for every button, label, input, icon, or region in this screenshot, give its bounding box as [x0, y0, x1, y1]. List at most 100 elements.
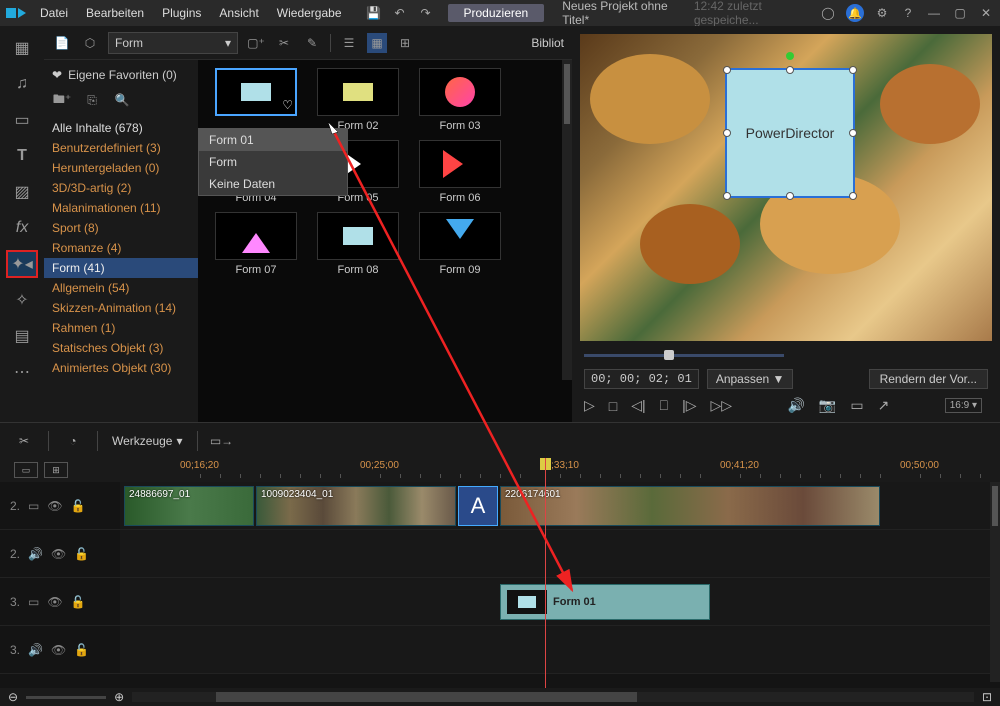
razor-icon[interactable]: ✂: [14, 431, 34, 451]
fit-timeline-icon[interactable]: ⊡: [982, 690, 992, 704]
redo-icon[interactable]: ↷: [418, 5, 434, 21]
category-item-12[interactable]: Animiertes Objekt (30): [44, 358, 198, 378]
category-item-10[interactable]: Rahmen (1): [44, 318, 198, 338]
more-tab-icon[interactable]: ⋯: [6, 358, 38, 386]
import-icon[interactable]: 📄: [52, 33, 72, 53]
maximize-icon[interactable]: ▢: [952, 5, 968, 21]
menu-file[interactable]: Datei: [32, 4, 76, 22]
play-icon[interactable]: ▷: [584, 397, 595, 414]
preview-window[interactable]: PowerDirector: [580, 34, 992, 341]
shape-thumb-1[interactable]: ♡: [206, 68, 306, 132]
playhead-line[interactable]: [545, 458, 546, 688]
lock-icon[interactable]: 🔓: [71, 499, 86, 513]
new-icon[interactable]: ▢⁺: [246, 33, 266, 53]
grid-view-icon[interactable]: ▦: [367, 33, 387, 53]
scissors-icon[interactable]: ✂: [274, 33, 294, 53]
shape-thumb-9[interactable]: Form 09: [410, 212, 510, 276]
save-icon[interactable]: 💾: [366, 5, 382, 21]
timecode-display[interactable]: 00; 00; 02; 01: [584, 369, 699, 389]
thumbs-scrollbar[interactable]: [562, 60, 572, 380]
shape-thumb-7[interactable]: Form 07: [206, 212, 306, 276]
media-tab-icon[interactable]: ▦: [6, 34, 38, 62]
fx-tab-icon[interactable]: fx: [6, 214, 38, 242]
ctx-form[interactable]: Form: [199, 151, 347, 173]
visibility-icon[interactable]: 👁: [51, 547, 66, 561]
visibility-icon[interactable]: 👁: [47, 499, 62, 513]
shape-thumb-6[interactable]: Form 06: [410, 140, 510, 204]
keyframe-icon[interactable]: ▭→: [212, 431, 232, 451]
shape-thumb-3[interactable]: Form 03: [410, 68, 510, 132]
minimize-icon[interactable]: —: [926, 5, 942, 21]
snapshot-icon[interactable]: 📷: [819, 397, 836, 414]
goto-icon[interactable]: ⎕: [660, 397, 668, 414]
menu-edit[interactable]: Bearbeiten: [78, 4, 152, 22]
category-item-1[interactable]: Benutzerdefiniert (3): [44, 138, 198, 158]
category-item-3[interactable]: 3D/3D-artig (2): [44, 178, 198, 198]
category-item-7[interactable]: Form (41): [44, 258, 198, 278]
transition-tab-icon[interactable]: ▨: [6, 178, 38, 206]
category-dropdown[interactable]: Form▾: [108, 32, 238, 54]
account-icon[interactable]: ◯: [820, 5, 836, 21]
preview-seek-slider[interactable]: [576, 345, 996, 365]
menu-playback[interactable]: Wiedergabe: [269, 4, 350, 22]
fit-dropdown[interactable]: Anpassen ▼: [707, 369, 794, 389]
tag-icon[interactable]: ⎘: [82, 90, 102, 110]
close-icon[interactable]: ✕: [978, 5, 994, 21]
particle-tab-icon[interactable]: ✧: [6, 286, 38, 314]
next-frame-icon[interactable]: |▷: [682, 397, 696, 414]
video-clip-3[interactable]: 2206174601: [500, 486, 880, 526]
aspect-ratio-dropdown[interactable]: 16:9 ▾: [945, 398, 982, 413]
category-item-2[interactable]: Heruntergeladen (0): [44, 158, 198, 178]
marker-icon[interactable]: ◔: [63, 431, 83, 451]
fast-forward-icon[interactable]: ▷▷: [710, 397, 732, 414]
settings-icon[interactable]: ⚙: [874, 5, 890, 21]
shape-thumb-8[interactable]: Form 08: [308, 212, 408, 276]
subtitles-tab-icon[interactable]: ▤: [6, 322, 38, 350]
tools-dropdown[interactable]: Werkzeuge ▾: [112, 434, 183, 448]
pip-shape-overlay[interactable]: PowerDirector: [725, 68, 855, 198]
category-item-8[interactable]: Allgemein (54): [44, 278, 198, 298]
visibility-icon[interactable]: 👁: [51, 643, 66, 657]
timeline-h-scrollbar[interactable]: [132, 692, 974, 702]
menu-plugins[interactable]: Plugins: [154, 4, 209, 22]
category-item-9[interactable]: Skizzen-Animation (14): [44, 298, 198, 318]
pip-shape-clip[interactable]: Form 01: [500, 584, 710, 620]
ctx-form01[interactable]: Form 01: [199, 129, 347, 151]
rotate-handle[interactable]: [786, 52, 794, 60]
favorites-header[interactable]: ❤ Eigene Favoriten (0): [44, 64, 198, 86]
view-mode-2-icon[interactable]: ⊞: [44, 462, 68, 478]
volume-icon[interactable]: 🔊: [787, 397, 804, 414]
shape-thumb-2[interactable]: Form 02: [308, 68, 408, 132]
edit-icon[interactable]: ✎: [302, 33, 322, 53]
video-clip-2[interactable]: 1009023404_01: [256, 486, 456, 526]
category-item-4[interactable]: Malanimationen (11): [44, 198, 198, 218]
notification-icon[interactable]: 🔔: [846, 4, 864, 22]
video-clip-1[interactable]: 24886697_01: [124, 486, 254, 526]
category-item-11[interactable]: Statisches Objekt (3): [44, 338, 198, 358]
pip-tab-icon[interactable]: ✦◂: [6, 250, 38, 278]
search-icon[interactable]: 🔍: [112, 90, 132, 110]
category-item-0[interactable]: Alle Inhalte (678): [44, 118, 198, 138]
zoom-out-icon[interactable]: ⊖: [8, 690, 18, 704]
timeline-ruler[interactable]: ▭ ⊞ 00;16;2000;25;0000;33;1000;41;2000;5…: [0, 458, 1000, 482]
help-icon[interactable]: ?: [900, 5, 916, 21]
lock-icon[interactable]: 🔓: [71, 595, 86, 609]
category-item-6[interactable]: Romanze (4): [44, 238, 198, 258]
view-mode-1-icon[interactable]: ▭: [14, 462, 38, 478]
title-clip[interactable]: A: [458, 486, 498, 526]
stop-icon[interactable]: □: [609, 398, 617, 414]
image-tab-icon[interactable]: ▭: [6, 106, 38, 134]
download-icon[interactable]: ⬡: [80, 33, 100, 53]
large-grid-icon[interactable]: ⊞: [395, 33, 415, 53]
produce-button[interactable]: Produzieren: [448, 4, 545, 22]
zoom-in-icon[interactable]: ⊕: [114, 690, 124, 704]
menu-view[interactable]: Ansicht: [211, 4, 266, 22]
ctx-nodata[interactable]: Keine Daten: [199, 173, 347, 195]
folder-add-icon[interactable]: 🖿⁺: [52, 90, 72, 110]
undo-icon[interactable]: ↶: [392, 5, 408, 21]
category-item-5[interactable]: Sport (8): [44, 218, 198, 238]
render-preview-button[interactable]: Rendern der Vor...: [869, 369, 988, 389]
tracks-scrollbar[interactable]: [990, 482, 1000, 682]
dock-icon[interactable]: ▭: [850, 397, 863, 414]
lock-icon[interactable]: 🔓: [74, 643, 89, 657]
